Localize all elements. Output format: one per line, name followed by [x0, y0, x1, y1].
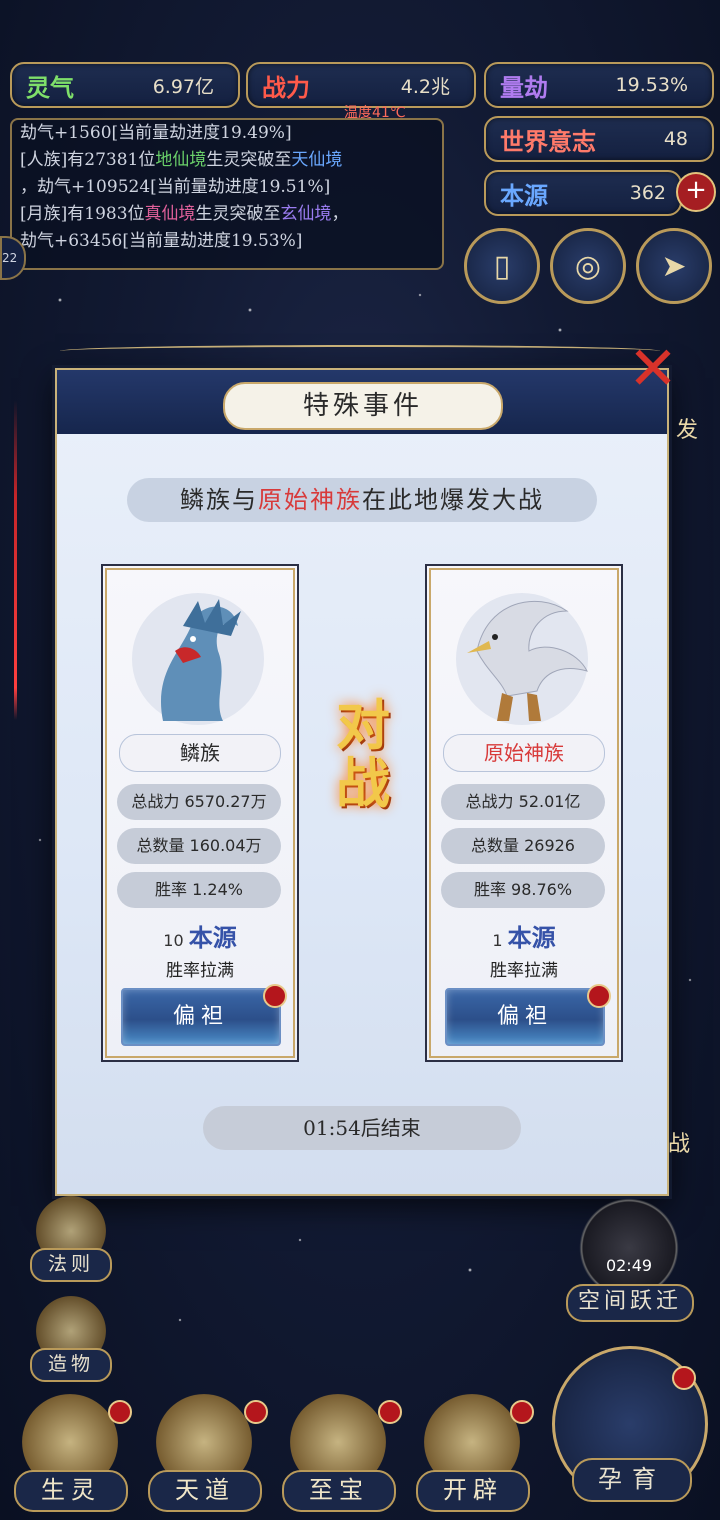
notification-dot: [672, 1366, 696, 1390]
space-jump-timer: 02:49: [605, 1256, 653, 1275]
benyuan-cost: 10 本源: [163, 923, 237, 952]
event-log[interactable]: 劫气+1560[当前量劫进度19.49%] [人族]有27381位地仙境生灵突破…: [10, 118, 444, 270]
favor-button[interactable]: 偏袒: [445, 988, 605, 1046]
liangjie-value: 19.53%: [615, 74, 688, 96]
special-event-dialog: 特殊事件 鳞族与原始神族在此地爆发大战 鳞族 总战力 6570.27万 总数量 …: [55, 368, 669, 1196]
zhanli-label: 战力: [262, 72, 310, 102]
arrow-icon: ➤: [661, 248, 687, 284]
card-icon-button[interactable]: ▯: [464, 228, 540, 304]
total-power: 总战力 6570.27万: [117, 784, 281, 820]
close-icon[interactable]: ✕: [622, 338, 684, 400]
log-line: ，劫气+109524[当前量劫进度19.51%]: [20, 177, 331, 197]
liangjie-stat[interactable]: 量劫 19.53%: [484, 62, 714, 108]
total-power: 总战力 52.01亿: [441, 784, 605, 820]
card-icon: ▯: [493, 248, 511, 284]
creation-button[interactable]: 造物: [30, 1296, 112, 1382]
world-will-value: 48: [663, 128, 688, 150]
lingqi-value: 6.97亿: [152, 75, 214, 98]
lingqi-label: 灵气: [26, 72, 74, 102]
world-will-stat[interactable]: 世界意志 48: [484, 116, 714, 162]
notification-dot: [108, 1400, 132, 1424]
notification-dot: [587, 984, 611, 1008]
log-line: 劫气+63456[当前量劫进度19.53%]: [20, 231, 303, 251]
event-headline: 鳞族与原始神族在此地爆发大战: [127, 478, 597, 522]
benyuan-value: 362: [629, 182, 666, 204]
benyuan-stat[interactable]: 本源 362: [484, 170, 682, 216]
total-count: 总数量 160.04万: [117, 828, 281, 864]
space-jump-button[interactable]: 02:49 空间跃迁: [564, 1198, 694, 1322]
red-beam: [14, 400, 17, 720]
nav-label: 生灵: [14, 1470, 128, 1512]
faction-card-right: 原始神族 总战力 52.01亿 总数量 26926 胜率 98.76% 1 本源…: [425, 564, 623, 1062]
dialog-title: 特殊事件: [223, 382, 503, 430]
nurture-label: 孕育: [572, 1458, 692, 1502]
creation-label: 造物: [30, 1348, 112, 1382]
notification-dot: [263, 984, 287, 1008]
edge-label: 发: [676, 418, 699, 443]
black-hole-icon: [579, 1198, 679, 1298]
log-line: [月族]有1983位真仙境生灵突破至玄仙境，: [20, 204, 349, 224]
win-rate: 胜率 98.76%: [441, 872, 605, 908]
versus-emblem: 对 战: [336, 693, 390, 815]
lingqi-stat[interactable]: 灵气 6.97亿: [10, 62, 240, 108]
edge-label: 战: [668, 1132, 691, 1157]
dragon-portrait: [113, 576, 283, 736]
log-line: 劫气+1560[当前量劫进度19.49%]: [20, 123, 292, 143]
benyuan-cost: 1 本源: [492, 923, 556, 952]
notification-dot: [244, 1400, 268, 1424]
modal-rail-decoration: [60, 345, 660, 357]
world-will-label: 世界意志: [500, 126, 596, 156]
vortex-icon: ◎: [574, 248, 602, 284]
zhanli-value: 4.2兆: [400, 75, 450, 98]
arrow-icon-button[interactable]: ➤: [636, 228, 712, 304]
add-benyuan-button[interactable]: +: [676, 172, 716, 212]
max-winrate-text: 胜率拉满: [490, 961, 558, 981]
phoenix-portrait: [437, 576, 607, 736]
faction-card-left: 鳞族 总战力 6570.27万 总数量 160.04万 胜率 1.24% 10 …: [101, 564, 299, 1062]
benyuan-label: 本源: [500, 180, 548, 210]
max-winrate-text: 胜率拉满: [166, 961, 234, 981]
law-button[interactable]: 法则: [30, 1196, 112, 1282]
total-count: 总数量 26926: [441, 828, 605, 864]
vortex-icon-button[interactable]: ◎: [550, 228, 626, 304]
space-jump-label: 空间跃迁: [566, 1284, 694, 1322]
favor-button[interactable]: 偏袒: [121, 988, 281, 1046]
log-line: [人族]有27381位地仙境生灵突破至天仙境: [20, 150, 343, 170]
win-rate: 胜率 1.24%: [117, 872, 281, 908]
notification-dot: [378, 1400, 402, 1424]
nav-label: 至宝: [282, 1470, 396, 1512]
law-label: 法则: [30, 1248, 112, 1282]
faction-name: 鳞族: [119, 734, 281, 772]
notification-dot: [510, 1400, 534, 1424]
nav-label: 开辟: [416, 1470, 530, 1512]
faction-name: 原始神族: [443, 734, 605, 772]
liangjie-label: 量劫: [500, 72, 548, 102]
event-countdown: 01:54后结束: [203, 1106, 521, 1150]
nav-label: 天道: [148, 1470, 262, 1512]
